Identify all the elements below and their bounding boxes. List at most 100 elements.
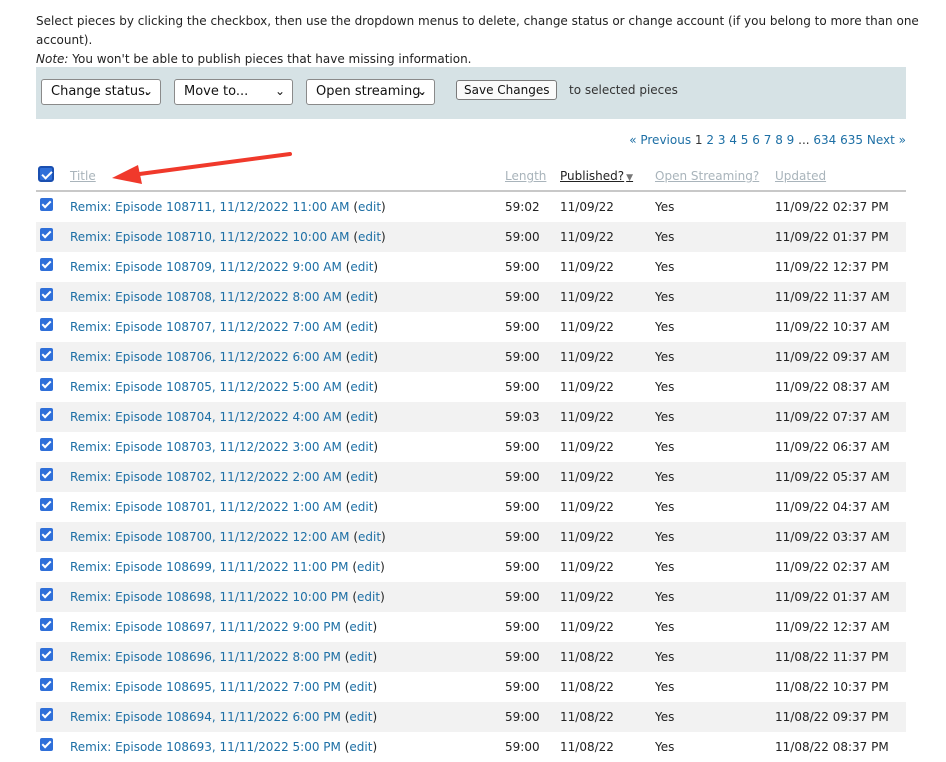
row-checkbox[interactable]	[40, 588, 53, 601]
row-length: 59:00	[505, 680, 540, 694]
row-checkbox[interactable]	[40, 438, 53, 451]
piece-title-link[interactable]: Remix: Episode 108700, 11/12/2022 12:00 …	[70, 530, 349, 544]
edit-link[interactable]: edit	[350, 380, 373, 394]
row-checkbox[interactable]	[40, 468, 53, 481]
piece-title-link[interactable]: Remix: Episode 108706, 11/12/2022 6:00 A…	[70, 350, 342, 364]
change-status-select[interactable]: Change status. ⌄	[41, 79, 161, 105]
piece-title-link[interactable]: Remix: Episode 108696, 11/11/2022 8:00 P…	[70, 650, 341, 664]
pagination-previous[interactable]: « Previous	[629, 133, 691, 147]
paren-close: )	[373, 500, 379, 514]
pagination-next[interactable]: Next »	[867, 133, 906, 147]
row-checkbox[interactable]	[40, 708, 53, 721]
row-checkbox[interactable]	[40, 318, 53, 331]
row-checkbox[interactable]	[40, 558, 53, 571]
pagination-page[interactable]: 635	[840, 133, 863, 147]
edit-link[interactable]: edit	[350, 260, 373, 274]
move-to-select[interactable]: Move to... ⌄	[174, 79, 293, 105]
edit-link[interactable]: edit	[349, 680, 372, 694]
row-checkbox[interactable]	[40, 288, 53, 301]
edit-link[interactable]: edit	[357, 590, 380, 604]
row-checkbox[interactable]	[40, 198, 53, 211]
paren-close: )	[381, 230, 386, 244]
pagination-page[interactable]: 634	[813, 133, 836, 147]
paren-close: )	[380, 590, 385, 604]
piece-title-link[interactable]: Remix: Episode 108694, 11/11/2022 6:00 P…	[70, 710, 341, 724]
table-row: Remix: Episode 108710, 11/12/2022 10:00 …	[36, 222, 906, 252]
edit-link[interactable]: edit	[350, 440, 373, 454]
edit-link[interactable]: edit	[350, 500, 373, 514]
open-streaming-select-value: Open streaming.	[316, 84, 425, 99]
piece-title-link[interactable]: Remix: Episode 108695, 11/11/2022 7:00 P…	[70, 680, 341, 694]
row-checkbox[interactable]	[40, 498, 53, 511]
column-title[interactable]: Title	[70, 169, 96, 183]
edit-link[interactable]: edit	[349, 650, 372, 664]
column-open-streaming[interactable]: Open Streaming?	[655, 169, 759, 183]
column-length[interactable]: Length	[505, 169, 546, 183]
piece-title-link[interactable]: Remix: Episode 108701, 11/12/2022 1:00 A…	[70, 500, 342, 514]
row-title-cell: Remix: Episode 108708, 11/12/2022 8:00 A…	[70, 290, 378, 304]
row-published: 11/09/22	[560, 260, 614, 274]
edit-link[interactable]: edit	[357, 560, 380, 574]
row-title-cell: Remix: Episode 108694, 11/11/2022 6:00 P…	[70, 710, 377, 724]
row-title-cell: Remix: Episode 108695, 11/11/2022 7:00 P…	[70, 680, 377, 694]
edit-link[interactable]: edit	[358, 200, 381, 214]
note-label: Note:	[36, 52, 69, 66]
row-checkbox[interactable]	[40, 408, 53, 421]
table-row: Remix: Episode 108698, 11/11/2022 10:00 …	[36, 582, 906, 612]
piece-title-link[interactable]: Remix: Episode 108711, 11/12/2022 11:00 …	[70, 200, 349, 214]
edit-link[interactable]: edit	[350, 350, 373, 364]
pagination-page[interactable]: 4	[729, 133, 737, 147]
piece-title-link[interactable]: Remix: Episode 108708, 11/12/2022 8:00 A…	[70, 290, 342, 304]
row-length: 59:00	[505, 590, 540, 604]
row-updated: 11/09/22 01:37 AM	[775, 590, 890, 604]
row-checkbox[interactable]	[40, 258, 53, 271]
row-checkbox[interactable]	[40, 378, 53, 391]
edit-link[interactable]: edit	[350, 410, 373, 424]
bulk-action-bar: Change status. ⌄ Move to... ⌄ Open strea…	[36, 67, 906, 119]
piece-title-link[interactable]: Remix: Episode 108707, 11/12/2022 7:00 A…	[70, 320, 342, 334]
piece-title-link[interactable]: Remix: Episode 108705, 11/12/2022 5:00 A…	[70, 380, 342, 394]
piece-title-link[interactable]: Remix: Episode 108699, 11/11/2022 11:00 …	[70, 560, 349, 574]
save-changes-button[interactable]: Save Changes	[456, 80, 558, 100]
open-streaming-select[interactable]: Open streaming. ⌄	[306, 79, 435, 105]
row-checkbox[interactable]	[40, 228, 53, 241]
piece-title-link[interactable]: Remix: Episode 108702, 11/12/2022 2:00 A…	[70, 470, 342, 484]
pagination-page[interactable]: 8	[775, 133, 783, 147]
pagination-page[interactable]: 5	[741, 133, 749, 147]
piece-title-link[interactable]: Remix: Episode 108703, 11/12/2022 3:00 A…	[70, 440, 342, 454]
column-published[interactable]: Published? ▼	[560, 169, 633, 183]
pagination-page[interactable]: 7	[764, 133, 772, 147]
pagination-page[interactable]: 6	[752, 133, 760, 147]
piece-title-link[interactable]: Remix: Episode 108709, 11/12/2022 9:00 A…	[70, 260, 342, 274]
piece-title-link[interactable]: Remix: Episode 108704, 11/12/2022 4:00 A…	[70, 410, 342, 424]
piece-title-link[interactable]: Remix: Episode 108697, 11/11/2022 9:00 P…	[70, 620, 341, 634]
row-open-streaming: Yes	[655, 740, 675, 754]
select-all-checkbox[interactable]	[38, 166, 54, 182]
edit-link[interactable]: edit	[350, 320, 373, 334]
row-checkbox[interactable]	[40, 678, 53, 691]
piece-title-link[interactable]: Remix: Episode 108698, 11/11/2022 10:00 …	[70, 590, 349, 604]
paren-close: )	[372, 620, 378, 634]
edit-link[interactable]: edit	[349, 740, 372, 754]
pagination-page[interactable]: 3	[718, 133, 726, 147]
pagination-page[interactable]: 2	[706, 133, 714, 147]
edit-link[interactable]: edit	[358, 530, 381, 544]
edit-link[interactable]: edit	[350, 470, 373, 484]
row-checkbox[interactable]	[40, 648, 53, 661]
row-checkbox[interactable]	[40, 738, 53, 751]
column-updated[interactable]: Updated	[775, 169, 826, 183]
piece-title-link[interactable]: Remix: Episode 108693, 11/11/2022 5:00 P…	[70, 740, 341, 754]
row-length: 59:00	[505, 350, 540, 364]
piece-title-link[interactable]: Remix: Episode 108710, 11/12/2022 10:00 …	[70, 230, 349, 244]
edit-link[interactable]: edit	[349, 620, 372, 634]
row-updated: 11/09/22 05:37 AM	[775, 470, 890, 484]
row-published: 11/09/22	[560, 380, 614, 394]
row-length: 59:00	[505, 230, 540, 244]
edit-link[interactable]: edit	[350, 290, 373, 304]
edit-link[interactable]: edit	[358, 230, 381, 244]
row-checkbox[interactable]	[40, 528, 53, 541]
pagination-page[interactable]: 9	[787, 133, 795, 147]
row-checkbox[interactable]	[40, 348, 53, 361]
row-checkbox[interactable]	[40, 618, 53, 631]
edit-link[interactable]: edit	[349, 710, 372, 724]
